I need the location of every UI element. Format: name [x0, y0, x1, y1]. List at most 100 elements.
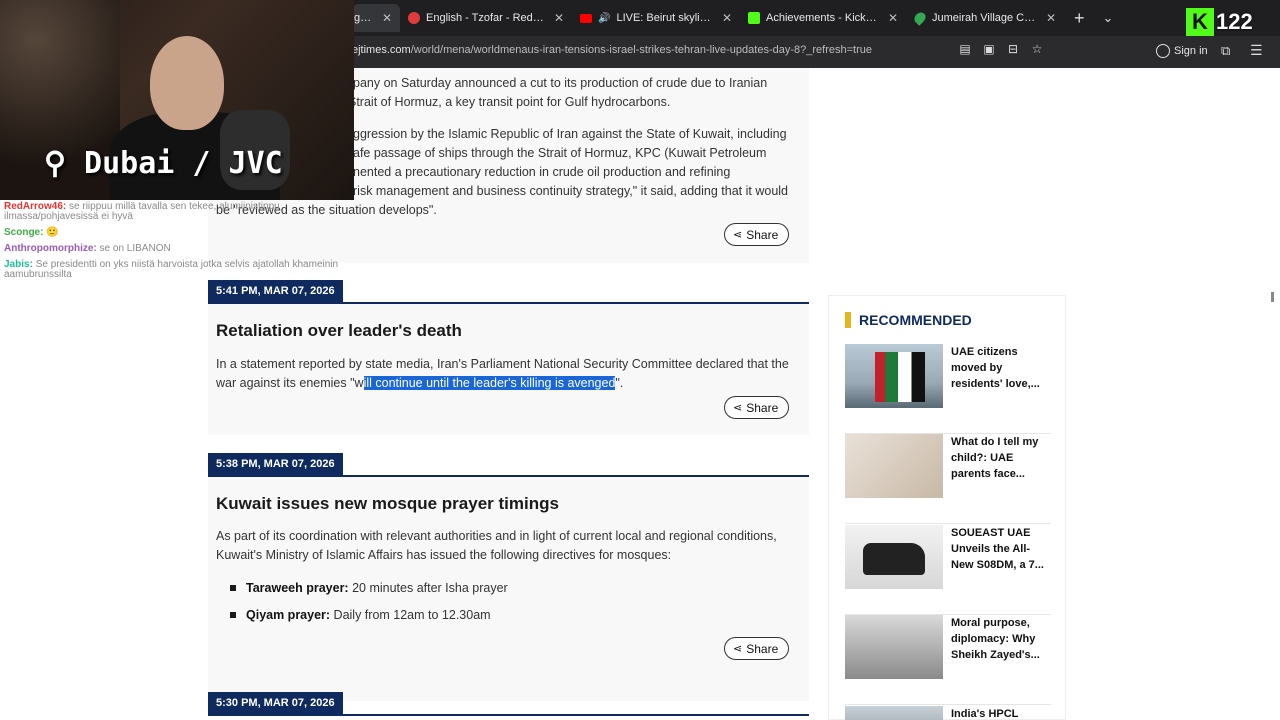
entry-text: In a statement reported by state media, …: [216, 357, 789, 390]
address-bar-actions: ▤ ▣ ⊟ ☆: [958, 42, 1044, 56]
live-update-entry: 5:41 PM, MAR 07, 2026 Retaliation over l…: [208, 280, 809, 435]
tab-label: LIVE: Beirut skyline as Is: [616, 12, 712, 24]
recommended-item[interactable]: UAE citizens moved by residents' love,..…: [845, 344, 1051, 434]
bullet-icon: [230, 611, 236, 618]
chat-username: Sconge:: [4, 227, 44, 238]
maps-pin-icon: [912, 10, 928, 26]
thumbnail-image[interactable]: [845, 434, 943, 498]
list-item: Qiyam prayer: Daily from 12am to 12.30am: [230, 601, 508, 628]
entry-body: Kuwait issues new mosque prayer timings …: [208, 477, 809, 701]
chat-text: Se presidentti on yks niistä harvoista j…: [4, 259, 339, 280]
entry-title: Kuwait issues new mosque prayer timings: [216, 494, 559, 513]
chat-text: se on LIBANON: [99, 243, 171, 254]
recommended-item-title[interactable]: What do I tell my child?: UAE parents fa…: [951, 434, 1051, 482]
kick-favicon-icon: [748, 12, 760, 24]
recommended-panel: RECOMMENDED UAE citizens moved by reside…: [828, 295, 1066, 720]
share-button[interactable]: ⋖ Share: [724, 396, 790, 419]
share-button[interactable]: ⋖ Share: [724, 223, 790, 246]
paragraph-line: nented a precautionary reduction in crud…: [353, 165, 731, 179]
audio-playing-icon[interactable]: 🔊: [598, 13, 610, 24]
list-item: Taraweeh prayer: 20 minutes after Isha p…: [230, 574, 508, 601]
chat-message: Jabis: Se presidentti on yks niistä harv…: [0, 260, 360, 280]
viewer-count-badge: K 122: [1186, 8, 1253, 36]
tab-current[interactable]: ghbou ✕: [352, 4, 400, 32]
recommended-item[interactable]: SOUEAST UAE Unveils the All-New S08DM, a…: [845, 525, 1051, 615]
url-field[interactable]: ejtimes.com/world/mena/worldmenaus-iran-…: [352, 44, 872, 56]
bookmark-star-icon[interactable]: ☆: [1030, 42, 1044, 56]
tab-label: Achievements - Kick Dashbo: [766, 12, 878, 24]
close-icon[interactable]: ✕: [382, 11, 392, 25]
share-icon: ⋖: [733, 402, 743, 414]
pocket-icon[interactable]: ⊟: [1006, 42, 1020, 56]
entry-text: As part of its coordination with relevan…: [216, 529, 777, 562]
sign-in-button[interactable]: Sign in: [1156, 44, 1208, 58]
streamer-head: [150, 36, 224, 130]
chat-username: Anthropomorphize:: [4, 243, 97, 254]
webcam-overlay: ⚲ Dubai / JVC: [0, 0, 354, 200]
tab-label: Jumeirah Village Circle to Al: [932, 12, 1036, 24]
account-icon: [1156, 44, 1170, 58]
divider: [208, 714, 809, 716]
selected-text[interactable]: ill continue until the leader's killing …: [363, 376, 616, 390]
heading-accent: [845, 312, 851, 328]
entry-title: Retaliation over leader's death: [216, 321, 462, 340]
recommended-item-title[interactable]: Moral purpose, diplomacy: Why Sheikh Zay…: [951, 615, 1051, 663]
close-icon[interactable]: ✕: [888, 11, 898, 25]
recommended-item-title[interactable]: SOUEAST UAE Unveils the All-New S08DM, a…: [951, 525, 1051, 573]
share-label: Share: [746, 641, 779, 656]
screenshot-icon[interactable]: ▣: [982, 42, 996, 56]
live-update-entry: 5:38 PM, MAR 07, 2026 Kuwait issues new …: [208, 453, 809, 701]
share-button[interactable]: ⋖ Share: [724, 637, 790, 660]
recommended-item[interactable]: Moral purpose, diplomacy: Why Sheikh Zay…: [845, 615, 1051, 705]
close-icon[interactable]: ✕: [1046, 11, 1056, 25]
recommended-item[interactable]: What do I tell my child?: UAE parents fa…: [845, 434, 1051, 524]
recommended-item-title[interactable]: UAE citizens moved by residents' love,..…: [951, 344, 1051, 392]
thumbnail-image[interactable]: [845, 525, 943, 589]
share-label: Share: [746, 227, 779, 242]
tzofar-favicon-icon: [408, 12, 420, 24]
location-label: ⚲ Dubai / JVC: [44, 146, 283, 181]
thumbnail-image[interactable]: [845, 706, 943, 720]
chat-text: 🙂: [46, 227, 59, 238]
page-scrollbar[interactable]: [1271, 292, 1274, 302]
share-label: Share: [746, 400, 779, 415]
tab-kick-dashboard[interactable]: Achievements - Kick Dashbo ✕: [740, 4, 906, 32]
menu-icon[interactable]: ☰: [1250, 42, 1263, 59]
paragraph-line: ggression by the Islamic Republic of Ira…: [353, 127, 787, 141]
paragraph-line: Strait of Hormuz, a key transit point fo…: [348, 95, 671, 109]
tab-google-maps[interactable]: Jumeirah Village Circle to Al ✕: [906, 4, 1064, 32]
tab-label: ghbou: [354, 12, 372, 24]
live-update-entry: 5:30 PM, MAR 07, 2026: [208, 692, 809, 720]
tab-label: English - Tzofar - Red Alert: [426, 12, 544, 24]
close-icon[interactable]: ✕: [722, 11, 732, 25]
bullet-icon: [230, 584, 236, 591]
screen: ghbou ✕ English - Tzofar - Red Alert ✕ 🔊…: [0, 0, 1280, 720]
extensions-icon[interactable]: ⧉: [1221, 43, 1230, 59]
recommended-item[interactable]: India's HPCL: [845, 706, 1051, 720]
viewer-count: 122: [1216, 9, 1253, 34]
recommended-item-title[interactable]: India's HPCL: [951, 706, 1051, 720]
chat-message: Anthropomorphize: se on LIBANON: [0, 244, 360, 254]
paragraph-line: afe passage of ships through the Strait …: [353, 146, 767, 160]
share-icon: ⋖: [733, 643, 743, 655]
share-icon: ⋖: [733, 229, 743, 241]
recommended-heading: RECOMMENDED: [845, 312, 972, 328]
tab-beirut-live[interactable]: 🔊 LIVE: Beirut skyline as Is ✕: [572, 4, 740, 32]
kick-logo-icon: K: [1186, 8, 1214, 36]
entry-body: Retaliation over leader's death In a sta…: [208, 304, 809, 435]
youtube-favicon-icon: [580, 13, 592, 23]
chat-message: RedArrow46: se riippuu millä tavalla sen…: [0, 200, 360, 222]
reader-view-icon[interactable]: ▤: [958, 42, 972, 56]
tab-list-chevron-icon[interactable]: ⌄: [1095, 10, 1122, 26]
new-tab-button[interactable]: +: [1064, 8, 1095, 29]
timestamp-badge: 5:30 PM, MAR 07, 2026: [208, 692, 343, 714]
paragraph-line: risk management and business continuity …: [353, 184, 788, 198]
close-icon[interactable]: ✕: [554, 11, 564, 25]
timestamp-badge: 5:38 PM, MAR 07, 2026: [208, 453, 343, 475]
chat-overlay: RedArrow46: se riippuu millä tavalla sen…: [0, 200, 360, 286]
thumbnail-image[interactable]: [845, 344, 943, 408]
thumbnail-image[interactable]: [845, 615, 943, 679]
sign-in-label: Sign in: [1174, 45, 1208, 57]
tab-tzofar[interactable]: English - Tzofar - Red Alert ✕: [400, 4, 572, 32]
chat-message: Sconge: 🙂: [0, 228, 360, 238]
